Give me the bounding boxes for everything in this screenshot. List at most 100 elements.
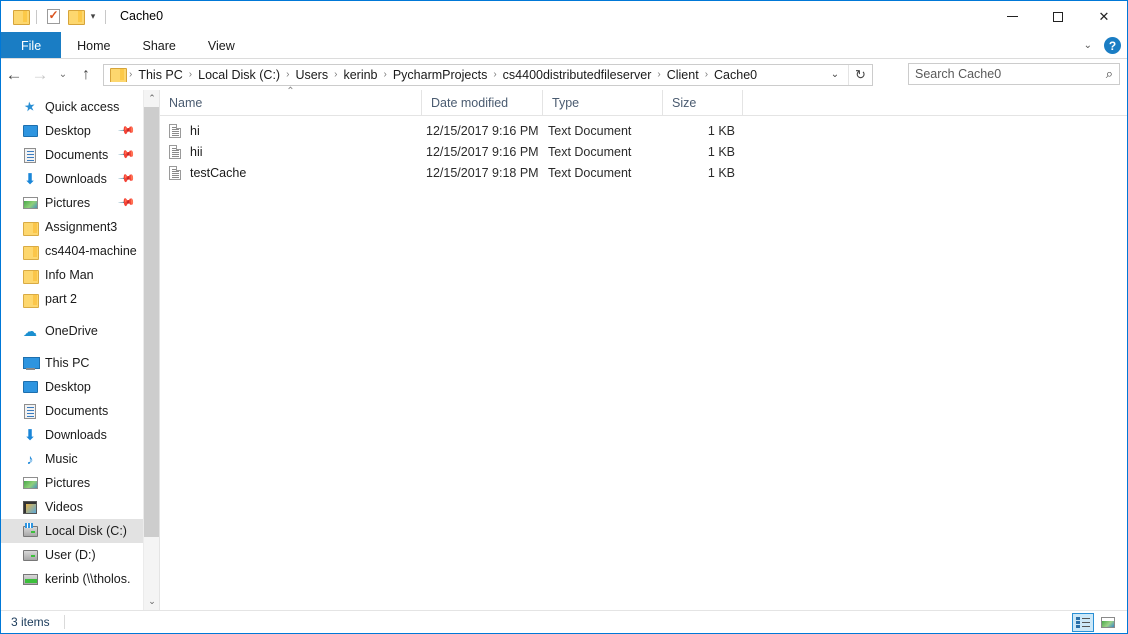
documents-icon xyxy=(22,147,38,163)
breadcrumb-separator: › xyxy=(493,69,497,80)
sidebar-item-assignment3[interactable]: Assignment3 xyxy=(1,215,144,239)
scrollbar-thumb[interactable] xyxy=(144,107,159,537)
window-title: Cache0 xyxy=(120,9,164,23)
sidebar-item-pictures-qa[interactable]: Pictures 📌 xyxy=(1,191,144,215)
search-input[interactable] xyxy=(915,67,1106,81)
column-label: Type xyxy=(552,95,580,110)
breadcrumb-item-local-disk[interactable]: Local Disk (C:) xyxy=(194,68,284,82)
sidebar-item-info-man[interactable]: Info Man xyxy=(1,263,144,287)
breadcrumb-item-this-pc[interactable]: This PC xyxy=(134,68,186,82)
sidebar-item-videos[interactable]: Videos xyxy=(1,495,144,519)
up-button[interactable]: ↑ xyxy=(73,59,99,90)
file-list-pane: ⌃ Name Date modified Type Size hi 12/15/… xyxy=(160,86,1127,610)
column-headers: ⌃ Name Date modified Type Size xyxy=(160,86,1127,116)
title-bar: ▾ Cache0 ✕ xyxy=(1,1,1127,32)
sidebar-item-label: cs4404-machine xyxy=(45,244,137,258)
sidebar-item-pictures[interactable]: Pictures xyxy=(1,471,144,495)
column-header-size[interactable]: Size xyxy=(663,90,743,115)
file-date: 12/15/2017 9:16 PM xyxy=(426,144,539,159)
sidebar-item-downloads-qa[interactable]: ⬇ Downloads 📌 xyxy=(1,167,144,191)
breadcrumb-item-kerinb[interactable]: kerinb xyxy=(339,68,381,82)
column-header-name[interactable]: ⌃ Name xyxy=(160,86,422,115)
address-bar[interactable]: › This PC › Local Disk (C:) › Users › ke… xyxy=(103,63,873,86)
scroll-up-icon[interactable]: ⌃ xyxy=(144,90,159,107)
chevron-down-icon[interactable]: ▾ xyxy=(86,6,100,28)
column-label: Name xyxy=(169,95,203,110)
sidebar-item-desktop-qa[interactable]: Desktop 📌 xyxy=(1,119,144,143)
minimize-button[interactable] xyxy=(989,1,1035,32)
tab-file[interactable]: File xyxy=(1,32,62,59)
breadcrumb-item-client[interactable]: Client xyxy=(663,68,703,82)
sidebar-group-this-pc[interactable]: This PC xyxy=(1,351,144,375)
large-icons-view-button[interactable] xyxy=(1097,613,1119,632)
properties-icon[interactable] xyxy=(42,6,64,28)
recent-locations-icon[interactable]: ⌄ xyxy=(53,59,73,90)
breadcrumb-separator: › xyxy=(657,69,661,80)
column-label: Size xyxy=(672,95,697,110)
close-button[interactable]: ✕ xyxy=(1081,1,1127,32)
folder-icon xyxy=(22,291,39,308)
folder-icon xyxy=(22,243,39,260)
address-bar-row: ← → ⌄ ↑ › This PC › Local Disk (C:) › Us… xyxy=(1,59,1127,90)
sidebar-group-label: Quick access xyxy=(45,100,120,114)
file-type: Text Document xyxy=(548,165,632,180)
search-box[interactable]: ⌕ xyxy=(908,63,1120,85)
pin-icon[interactable]: 📌 xyxy=(118,193,137,212)
table-row[interactable]: testCache 12/15/2017 9:18 PM Text Docume… xyxy=(160,162,1127,183)
scroll-down-icon[interactable]: ⌄ xyxy=(144,593,159,610)
breadcrumb-item-cache0[interactable]: Cache0 xyxy=(710,68,761,82)
documents-icon xyxy=(22,403,38,419)
sidebar-item-label: Music xyxy=(45,452,78,466)
sidebar-item-documents[interactable]: Documents xyxy=(1,399,144,423)
this-pc-icon xyxy=(22,355,40,371)
folder-icon[interactable] xyxy=(9,6,31,28)
sidebar-item-documents-qa[interactable]: Documents 📌 xyxy=(1,143,144,167)
pin-icon[interactable]: 📌 xyxy=(118,121,137,140)
back-button[interactable]: ← xyxy=(1,59,27,90)
breadcrumb-item-users[interactable]: Users xyxy=(291,68,332,82)
chevron-down-icon[interactable]: ⌄ xyxy=(1080,40,1096,51)
sidebar-item-label: kerinb (\\tholos. xyxy=(45,572,131,586)
file-date: 12/15/2017 9:18 PM xyxy=(426,165,539,180)
breadcrumb-item-cs4400distributedfileserver[interactable]: cs4400distributedfileserver xyxy=(499,68,656,82)
refresh-icon[interactable]: ↻ xyxy=(848,64,872,85)
column-header-type[interactable]: Type xyxy=(543,90,663,115)
pin-icon[interactable]: 📌 xyxy=(118,169,137,188)
system-drive-icon xyxy=(22,522,38,539)
text-document-icon xyxy=(169,165,181,180)
sidebar-scrollbar[interactable]: ⌃ ⌄ xyxy=(143,90,159,610)
tab-share[interactable]: Share xyxy=(127,32,192,59)
tab-home[interactable]: Home xyxy=(61,32,126,59)
table-row[interactable]: hii 12/15/2017 9:16 PM Text Document 1 K… xyxy=(160,141,1127,162)
pin-icon[interactable]: 📌 xyxy=(118,145,137,164)
new-folder-icon[interactable] xyxy=(64,6,86,28)
breadcrumb-item-pycharmprojects[interactable]: PycharmProjects xyxy=(389,68,491,82)
help-icon[interactable]: ? xyxy=(1104,37,1121,54)
sidebar-item-network-drive[interactable]: kerinb (\\tholos. xyxy=(1,567,144,591)
chevron-down-icon[interactable]: ⌄ xyxy=(824,65,846,85)
forward-button[interactable]: → xyxy=(27,59,53,90)
sidebar-item-part-2[interactable]: part 2 xyxy=(1,287,144,311)
file-rows: hi 12/15/2017 9:16 PM Text Document 1 KB… xyxy=(160,116,1127,183)
sidebar-group-onedrive[interactable]: ☁ OneDrive xyxy=(1,319,144,343)
sidebar-item-user-d[interactable]: User (D:) xyxy=(1,543,144,567)
sidebar-item-local-disk-c[interactable]: Local Disk (C:) xyxy=(1,519,159,543)
sidebar-item-music[interactable]: ♪ Music xyxy=(1,447,144,471)
details-view-button[interactable] xyxy=(1072,613,1094,632)
quick-access-toolbar: ▾ xyxy=(1,1,111,32)
file-name-cell: hii xyxy=(160,144,422,159)
maximize-button[interactable] xyxy=(1035,1,1081,32)
file-size: 1 KB xyxy=(707,165,735,180)
column-header-date-modified[interactable]: Date modified xyxy=(422,90,543,115)
breadcrumb-separator: › xyxy=(383,69,387,80)
tab-view[interactable]: View xyxy=(192,32,251,59)
sidebar-item-label: Documents xyxy=(45,148,109,162)
sidebar-item-label: Info Man xyxy=(45,268,94,282)
sidebar-item-desktop[interactable]: Desktop xyxy=(1,375,144,399)
sidebar-item-downloads[interactable]: ⬇ Downloads xyxy=(1,423,144,447)
sidebar-group-quick-access[interactable]: ★ Quick access xyxy=(1,95,144,119)
sidebar-item-label: Local Disk (C:) xyxy=(45,524,127,538)
table-row[interactable]: hi 12/15/2017 9:16 PM Text Document 1 KB xyxy=(160,120,1127,141)
sidebar-item-cs4404-machine[interactable]: cs4404-machine xyxy=(1,239,144,263)
